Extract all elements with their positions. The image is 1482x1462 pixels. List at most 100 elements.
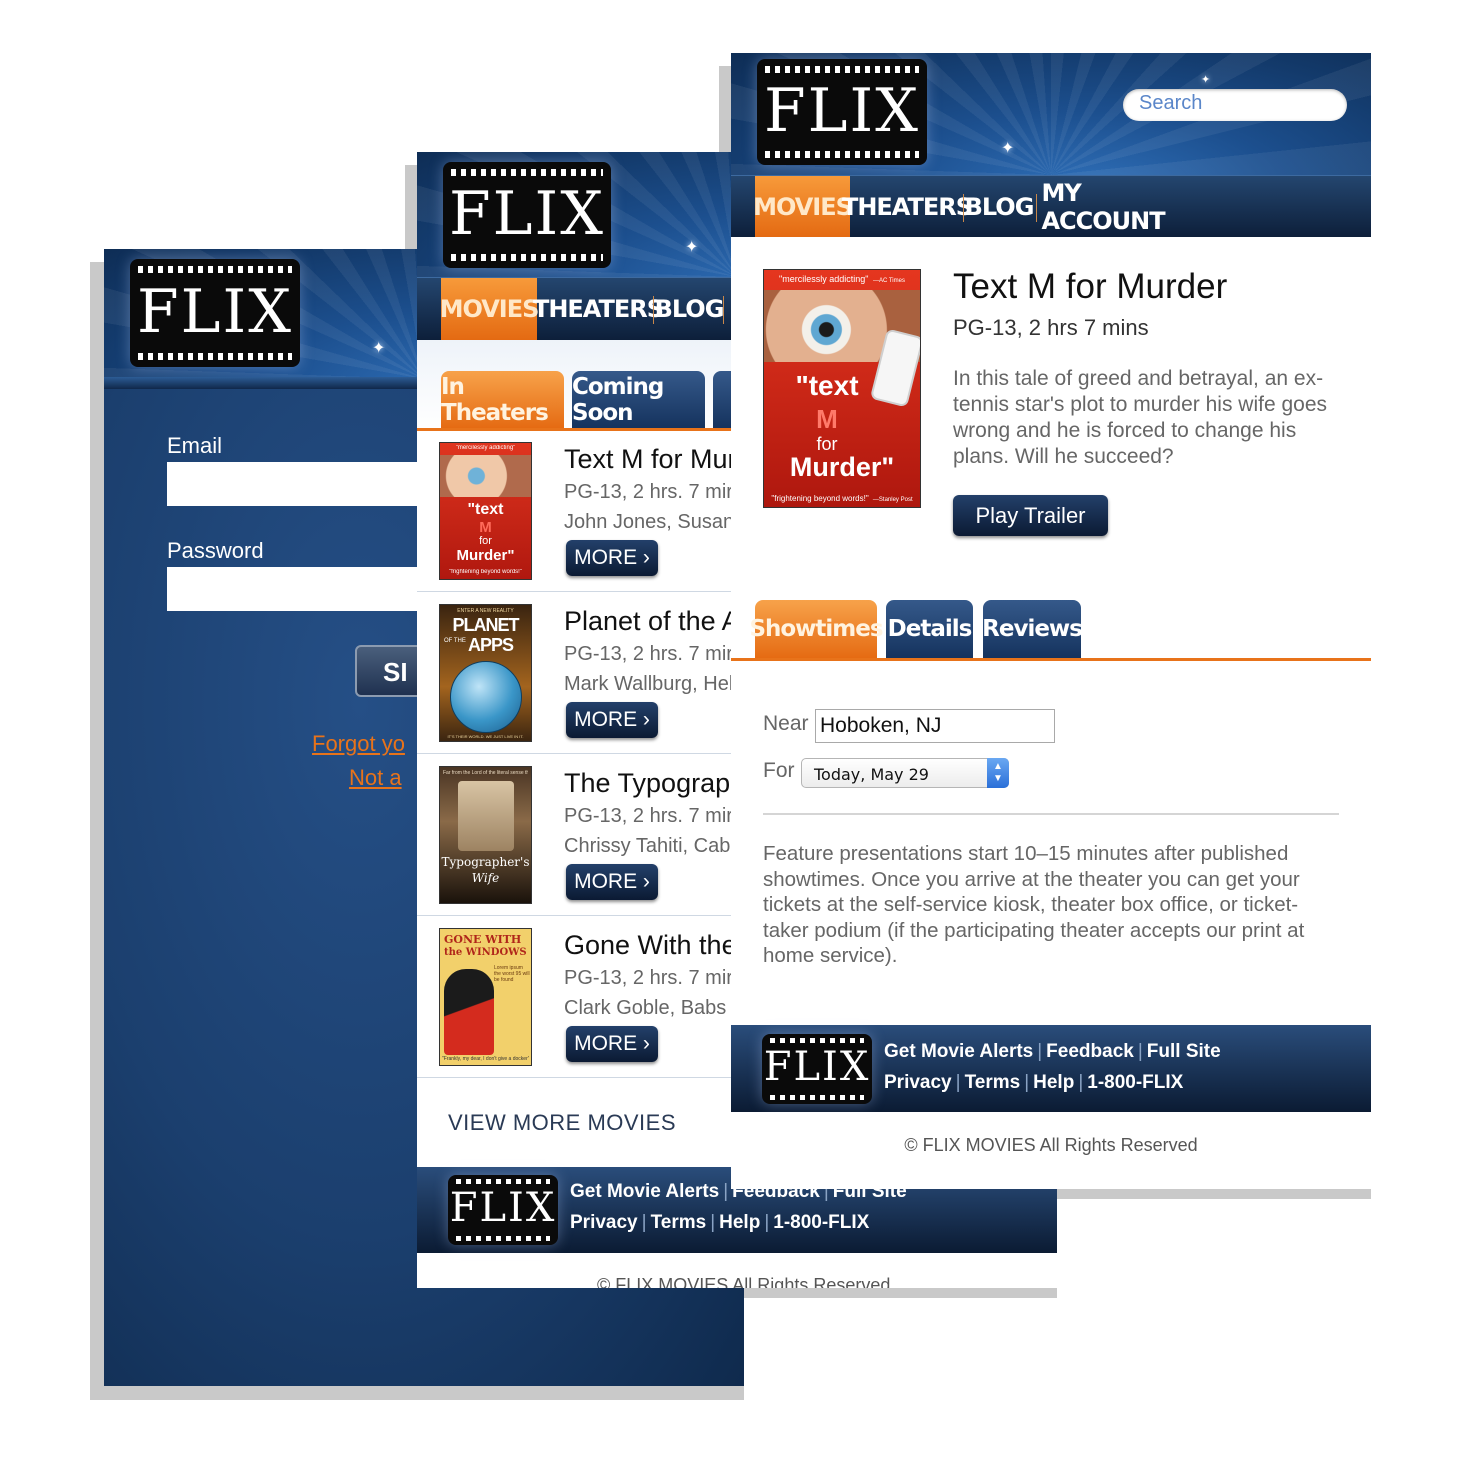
search-placeholder: Search <box>1139 92 1203 114</box>
nav-movies[interactable]: MOVIES <box>753 176 853 237</box>
poster-tagline-text: "frightening beyond words!" <box>771 494 869 503</box>
more-label: MORE › <box>574 1032 650 1055</box>
movie-meta: PG-13, 2 hrs 7 mins <box>953 315 1149 340</box>
movie-poster-text-m[interactable]: "mercilessly addicting" "text M for Murd… <box>439 442 532 580</box>
tab-details-label: Details <box>887 616 973 642</box>
poster-face <box>440 455 531 497</box>
more-button[interactable]: MORE › <box>566 864 658 900</box>
footer-feedback[interactable]: Feedback <box>1046 1041 1134 1062</box>
nav-movies[interactable]: MOVIES <box>439 278 540 340</box>
not-a-member-link[interactable]: Not a <box>349 765 402 791</box>
movie-poster-typographers-wife[interactable]: Far from the Lord of the literal sense t… <box>439 766 532 904</box>
more-button[interactable]: MORE › <box>566 1026 658 1062</box>
near-input[interactable]: Hoboken, NJ <box>815 709 1055 743</box>
poster-line-1: "text <box>795 370 859 401</box>
tab-details[interactable]: Details <box>886 600 973 658</box>
nav-blog[interactable]: BLOG <box>655 278 725 340</box>
footer-privacy[interactable]: Privacy <box>570 1212 638 1233</box>
poster-line-1: GONE WITH <box>444 933 522 946</box>
password-label: Password <box>167 538 264 563</box>
globe-icon <box>450 661 522 733</box>
detail-footer: FLIX Get Movie Alerts | Feedback | Full Site… <box>731 1025 1371 1112</box>
poster-line-2: M <box>816 404 838 434</box>
near-label: Near <box>763 712 809 735</box>
sign-in-label: SI <box>383 657 408 687</box>
tab-in-theaters[interactable]: In Theaters <box>441 371 564 428</box>
email-label: Email <box>167 433 223 458</box>
footer-row-1: Get Movie Alerts | Feedback | Full Site <box>884 1041 1221 1062</box>
poster-tagline-source: —Stanley Post <box>872 497 913 503</box>
footer-terms[interactable]: Terms <box>651 1212 707 1233</box>
poster-top: ENTER A NEW REALITY <box>457 608 514 614</box>
footer-help[interactable]: Help <box>1033 1072 1074 1093</box>
poster-couple <box>444 969 494 1055</box>
poster-line-3: for <box>479 535 492 547</box>
more-label: MORE › <box>574 546 650 569</box>
movie-meta: PG-13, 2 hrs. 7 mir <box>564 643 733 665</box>
movie-meta: PG-13, 2 hrs. 7 mir <box>564 967 733 989</box>
sparkle-icon: ✦ <box>1001 140 1015 157</box>
form-divider <box>763 813 1339 815</box>
poster-line-4: Murder" <box>456 547 515 564</box>
tab-coming-soon[interactable]: Coming Soon <box>572 371 705 428</box>
forgot-password-link[interactable]: Forgot yo <box>312 731 405 757</box>
nav-theaters[interactable]: THEATERS <box>533 278 664 340</box>
search-input[interactable]: Search <box>1123 89 1347 121</box>
more-button[interactable]: MORE › <box>566 702 658 738</box>
flix-footer-logo: FLIX <box>448 1175 558 1245</box>
poster-tagline: "frightening beyond words!" —Stanley Pos… <box>766 494 918 503</box>
view-more-movies-link[interactable]: VIEW MORE MOVIES <box>448 1110 676 1136</box>
footer-get-movie-alerts[interactable]: Get Movie Alerts <box>570 1181 719 1202</box>
footer-phone[interactable]: 1-800-FLIX <box>773 1212 869 1233</box>
nav-theaters[interactable]: THEATERS <box>842 176 973 237</box>
date-select[interactable]: Today, May 29 ▲ ▼ <box>801 758 1009 788</box>
movie-cast: Clark Goble, Babs C <box>564 997 747 1019</box>
tab-underline <box>731 658 1371 661</box>
nav-theaters-label: THEATERS <box>841 192 973 221</box>
flix-logo: FLIX <box>443 162 611 268</box>
footer-phone[interactable]: 1-800-FLIX <box>1087 1072 1183 1093</box>
detail-header: ✦ ✦ FLIX Search <box>731 53 1371 175</box>
poster-tagline: "frightening beyond words!" <box>449 569 522 575</box>
footer-get-movie-alerts[interactable]: Get Movie Alerts <box>884 1041 1033 1062</box>
movie-title: Text M for Murder <box>953 267 1228 306</box>
nav-blog[interactable]: BLOG <box>965 176 1035 237</box>
nav-my-account-label: MY ACCOUNT <box>1041 178 1165 235</box>
nav-divider <box>1036 194 1037 222</box>
more-button[interactable]: MORE › <box>566 540 658 576</box>
movie-poster-text-m[interactable]: "mercilessly addicting" —AC Times "text … <box>763 269 921 508</box>
footer-terms[interactable]: Terms <box>965 1072 1021 1093</box>
tab-coming-soon-label: Coming Soon <box>572 373 664 426</box>
play-trailer-button[interactable]: Play Trailer <box>953 495 1108 536</box>
more-label: MORE › <box>574 708 650 731</box>
movie-meta: PG-13, 2 hrs. 7 mir <box>564 805 733 827</box>
tab-reviews[interactable]: Reviews <box>982 600 1083 658</box>
tab-showtimes-label: Showtimes <box>749 616 883 642</box>
movie-poster-planet-apps[interactable]: ENTER A NEW REALITY PLANET OF THE APPS I… <box>439 604 532 742</box>
movie-meta: PG-13, 2 hrs. 7 mir <box>564 481 733 503</box>
footer-help[interactable]: Help <box>719 1212 760 1233</box>
poster-line-2: M <box>479 519 492 536</box>
poster-top: Far from the Lord of the literal sense t… <box>443 770 528 776</box>
poster-line-2: Wife <box>471 871 500 885</box>
flix-footer-logo: FLIX <box>762 1034 872 1104</box>
footer-row-2: Privacy | Terms | Help | 1-800-FLIX <box>884 1072 1184 1093</box>
nav-divider <box>723 296 724 324</box>
sparkle-icon: ✦ <box>685 239 699 256</box>
nav-movies-label: MOVIES <box>439 295 540 323</box>
tab-showtimes[interactable]: Showtimes <box>749 600 884 658</box>
movie-title[interactable]: Planet of the A <box>564 606 740 637</box>
footer-full-site[interactable]: Full Site <box>1147 1041 1221 1062</box>
play-trailer-label: Play Trailer <box>975 502 1086 528</box>
nav-my-account[interactable]: MY ACCOUNT <box>1041 176 1165 237</box>
date-value: Today, May 29 <box>814 765 929 784</box>
movie-title[interactable]: Gone With the <box>564 930 737 961</box>
flix-logo: FLIX <box>130 259 300 367</box>
poster-quote: "mercilessly addicting" <box>455 445 516 451</box>
movie-title[interactable]: Text M for Murc <box>564 444 750 475</box>
footer-privacy[interactable]: Privacy <box>884 1072 952 1093</box>
movie-poster-gone-with-windows[interactable]: GONE WITH the WINDOWS Lorem ipsum the wo… <box>439 928 532 1066</box>
list-copyright: © FLIX MOVIES All Rights Reserved <box>597 1275 891 1288</box>
movie-cast: Mark Wallburg, Hell <box>564 673 738 695</box>
detail-nav-bar: MOVIES THEATERS BLOG MY ACCOUNT <box>731 175 1371 237</box>
